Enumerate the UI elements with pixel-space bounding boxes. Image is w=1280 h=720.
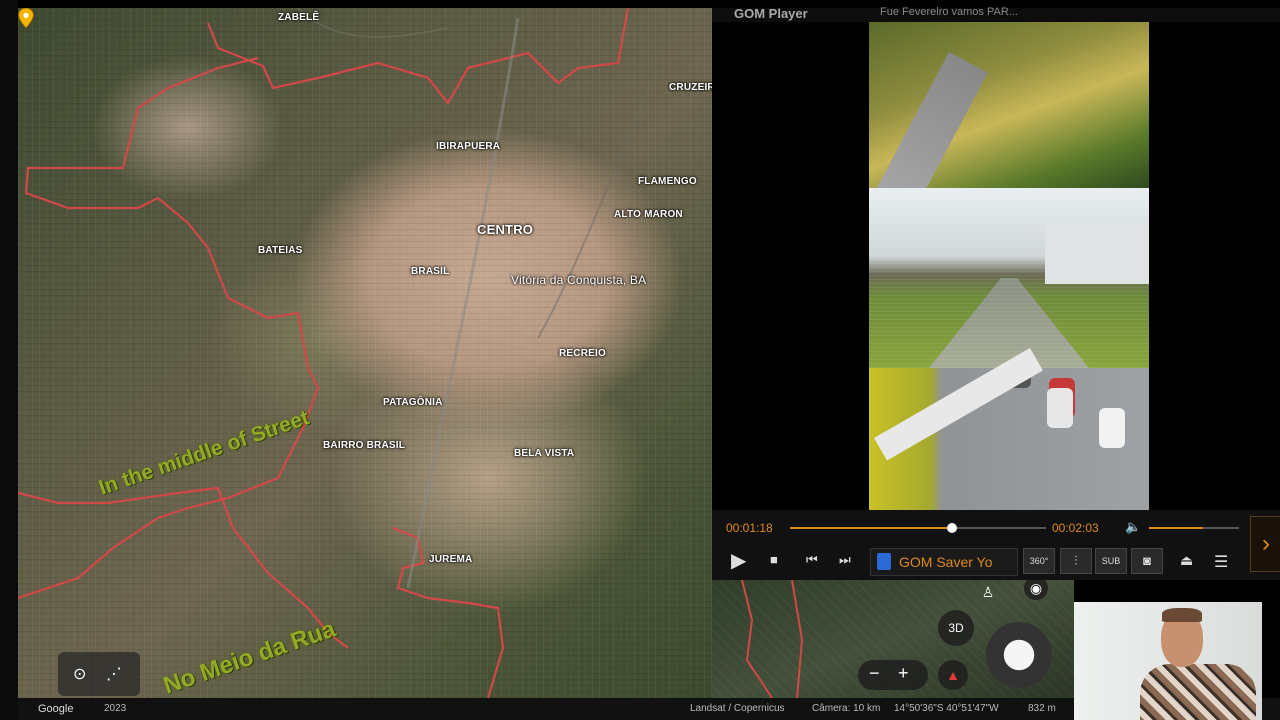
label-cruzeiro: CRUZEIR — [669, 82, 712, 93]
zoom-control: − + — [858, 660, 928, 690]
zoom-in-button[interactable]: + — [898, 663, 909, 684]
elevation: 832 m — [1028, 703, 1056, 714]
label-zabele: ZABELÊ — [278, 12, 320, 23]
webcam-overlay — [1074, 602, 1262, 720]
label-patagonia: PATAGÔNIA — [383, 397, 443, 408]
total-time: 00:02:03 — [1052, 521, 1099, 535]
previous-icon[interactable]: ⏮ — [806, 552, 818, 568]
label-bairro-brasil: BAIRRO BRASIL — [323, 440, 406, 451]
imagery-year: 2023 — [104, 703, 127, 714]
video-panel-protest — [869, 348, 1149, 510]
left-edge — [0, 0, 18, 720]
3d-button[interactable]: 3D — [938, 610, 974, 646]
gom-player-window: GOM Player Fue Feverelro vamos PAR... 00… — [712, 6, 1280, 580]
player-titlebar[interactable]: GOM Player Fue Feverelro vamos PAR... — [712, 6, 1280, 22]
menu-icon[interactable]: ☰ — [1214, 552, 1228, 572]
video-panel-highway — [869, 188, 1149, 368]
player-controls: 00:01:18 00:02:03 🔈 ▶ ■ ⏮ ⏭ GOM Saver Yo… — [712, 510, 1280, 580]
map-tool-panel: ⊙ ⋰ — [58, 652, 140, 696]
legal-attribution[interactable]: Landsat / Copernicus — [690, 703, 785, 714]
label-brasil: BRASIL — [411, 266, 450, 277]
scanlines — [869, 188, 1149, 368]
google-logo: Google — [38, 703, 74, 715]
player-title: GOM Player — [734, 6, 808, 21]
playlist-chevron-icon[interactable]: › — [1250, 516, 1280, 572]
camera-altitude: Câmera: 10 km — [812, 703, 881, 714]
volume-level — [1149, 527, 1203, 529]
seek-bar[interactable] — [790, 523, 1046, 533]
gom-saver-icon — [877, 553, 891, 570]
video-frame[interactable] — [869, 22, 1149, 510]
presenter-shirt — [1140, 664, 1256, 720]
next-icon[interactable]: ⏭ — [839, 552, 851, 568]
eject-icon[interactable]: ⏏ — [1180, 552, 1193, 569]
label-bela-vista: BELA VISTA — [514, 448, 575, 459]
label-centro: CENTRO — [477, 222, 534, 237]
boundary-lines — [18, 8, 659, 698]
map-lower-right[interactable]: ♙ ◉ 3D − + ▲ — [712, 580, 1074, 698]
camera-icon[interactable]: ◙ — [1131, 548, 1163, 574]
label-jurema: JUREMA — [429, 554, 473, 565]
video-title: Fue Feverelro vamos PAR... — [880, 6, 1018, 18]
compass-icon[interactable]: ▲ — [938, 660, 968, 690]
white-car-2 — [1099, 408, 1125, 448]
seek-progress — [790, 527, 953, 529]
seek-handle[interactable] — [947, 523, 958, 533]
coordinates: 14°50'36"S 40°51'47"W — [894, 703, 999, 714]
label-alto-maron: ALTO MARON — [614, 209, 683, 220]
pegman-icon[interactable]: ♙ — [978, 582, 998, 602]
360-button[interactable]: 360° — [1023, 548, 1055, 574]
white-car-1 — [1047, 388, 1073, 428]
label-ibirapuera: IBIRAPUERA — [436, 141, 501, 152]
play-icon[interactable]: ▶ — [731, 548, 746, 573]
globe-icon[interactable] — [986, 622, 1052, 688]
video-panel-aerial — [869, 22, 1149, 232]
gom-saver-button[interactable]: GOM Saver Yo — [870, 548, 1018, 576]
map-pin-icon[interactable] — [18, 8, 34, 28]
label-recreio: RECREIO — [559, 348, 606, 359]
volume-slider[interactable] — [1149, 527, 1239, 529]
volume-icon[interactable]: 🔈 — [1125, 519, 1141, 535]
zoom-out-button[interactable]: − — [869, 663, 880, 684]
path-icon[interactable]: ⋰ — [106, 664, 122, 684]
map-pin-tool-icon[interactable]: ⊙ — [73, 664, 86, 684]
current-time: 00:01:18 — [726, 521, 773, 535]
subtitle-button[interactable]: SUB — [1095, 548, 1127, 574]
stop-icon[interactable]: ■ — [770, 552, 778, 567]
label-bateias: BATEIAS — [258, 245, 303, 256]
equalizer-icon[interactable]: ⫶ — [1060, 548, 1092, 574]
gom-saver-label: GOM Saver Yo — [899, 554, 993, 570]
label-flamengo: FLAMENGO — [638, 176, 697, 187]
satellite-map[interactable]: ZABELÊ CRUZEIR IBIRAPUERA FLAMENGO ALTO … — [18, 8, 712, 698]
presenter-hair — [1162, 608, 1202, 622]
label-city[interactable]: Vitória da Conquista, BA — [511, 273, 646, 287]
